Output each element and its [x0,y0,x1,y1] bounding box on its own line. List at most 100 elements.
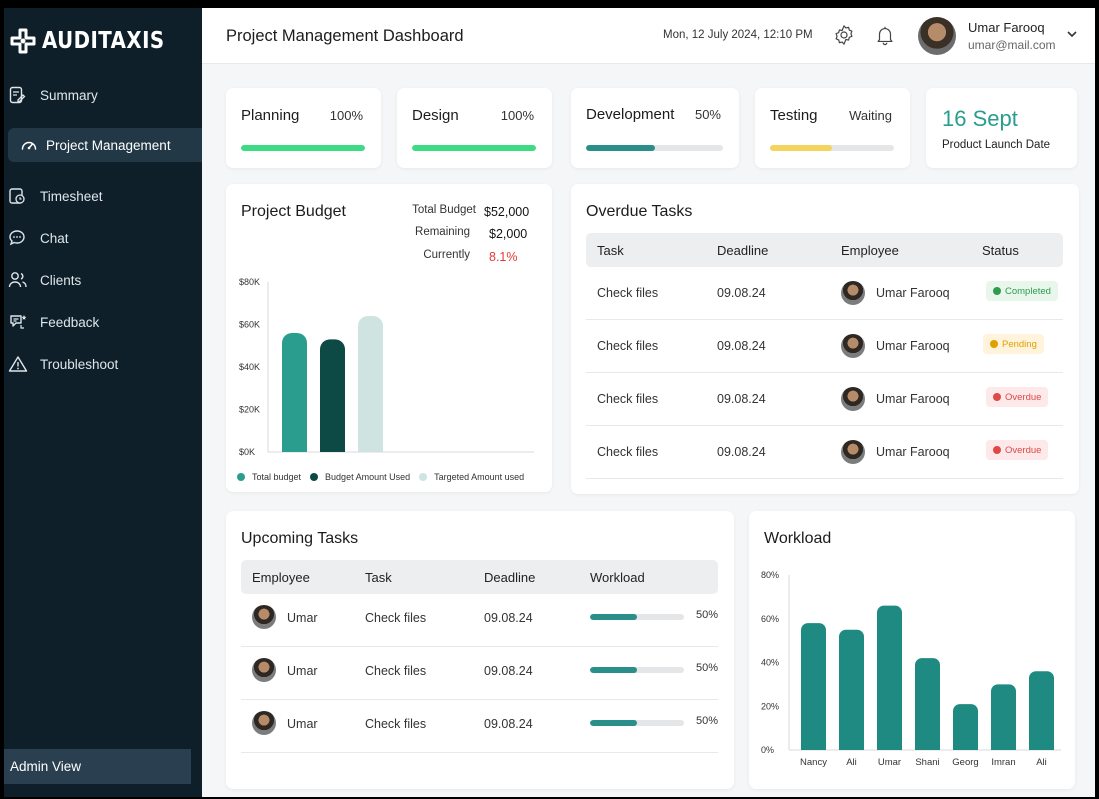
task-cell: Check files [597,286,659,300]
status-badge: Pending [983,334,1044,354]
phase-card-planning: Planning 100% [226,88,381,168]
user-name: Umar Farooq [968,20,1045,35]
deadline-cell: 09.08.24 [484,611,533,625]
y-tick-label: 20% [761,701,779,711]
sidebar-item-timesheet[interactable]: Timesheet [8,179,202,213]
column-header: Employee [841,243,899,258]
chevron-down-icon[interactable] [1066,26,1078,44]
sidebar-item-label: Project Management [46,137,171,153]
admin-view-button[interactable]: Admin View [4,749,191,784]
table-row[interactable]: Umar Check files 09.08.24 50% [241,700,718,753]
table-row[interactable]: Check files 09.08.24 Umar Farooq Overdue [586,373,1063,426]
progress-fill [586,145,655,151]
sidebar-item-chat[interactable]: Chat [8,221,202,255]
sidebar-item-troubleshoot[interactable]: Troubleshoot [8,347,202,381]
employee-cell: Umar Farooq [876,339,950,353]
workload-bar-base [915,742,940,750]
workload-bar-base [877,742,902,750]
status-badge: Overdue [986,387,1049,407]
deadline-cell: 09.08.24 [484,664,533,678]
y-tick-label: $60K [239,320,260,330]
employee-cell: Umar [287,717,318,731]
column-header: Task [365,570,392,585]
admin-view-label: Admin View [10,759,82,774]
workload-percent: 50% [696,662,719,674]
user-avatar[interactable] [918,17,956,55]
legend-label: Total budget [252,472,302,482]
workload-percent: 50% [696,715,719,727]
top-bar: Project Management Dashboard Mon, 12 Jul… [202,8,1095,64]
sidebar-item-feedback[interactable]: Feedback [8,305,202,339]
workload-bar-base [801,742,826,750]
y-tick-label: 60% [761,614,779,624]
feedback-icon [8,313,30,331]
phase-name: Planning [241,107,300,124]
workload-fill [590,667,637,673]
column-header: Workload [590,570,645,585]
budget-legend: Total budget Budget Amount Used Targeted… [237,472,524,482]
phase-progress-bar [770,145,894,151]
x-tick-label: Imran [991,757,1015,768]
deadline-cell: 09.08.24 [717,445,766,459]
y-tick-label: 80% [761,570,779,580]
overdue-tasks-card: Overdue Tasks Task Deadline Employee Sta… [571,184,1079,494]
status-text: Overdue [1005,444,1042,456]
phase-card-development: Development 50% [571,88,739,168]
workload-bar [991,684,1016,750]
workload-percent: 50% [696,609,719,621]
column-header: Task [597,243,624,258]
deadline-cell: 09.08.24 [717,339,766,353]
task-cell: Check files [597,339,659,353]
notification-bell-icon[interactable] [874,24,896,51]
column-header: Deadline [484,570,536,585]
status-text: Pending [1002,338,1037,350]
deadline-cell: 09.08.24 [717,392,766,406]
upcoming-title: Upcoming Tasks [241,530,359,547]
table-row[interactable]: Umar Check files 09.08.24 50% [241,647,718,700]
phase-value: 50% [694,107,721,122]
phase-card-design: Design 100% [397,88,552,168]
table-row[interactable]: Check files 09.08.24 Umar Farooq Overdue [586,426,1063,479]
budget-bar [320,339,345,452]
table-row[interactable]: Check files 09.08.24 Umar Farooq Pending [586,320,1063,373]
budget-bar-base [282,442,307,452]
legend-swatch [419,473,428,481]
settings-gear-icon[interactable] [833,24,855,51]
budget-bar-chart: $0K $20K $40K $60K $80K [239,277,534,457]
phase-name: Design [412,107,459,124]
sidebar-item-summary[interactable]: Summary [8,78,202,112]
x-tick-label: Georg [952,757,978,768]
employee-cell: Umar [287,611,318,625]
x-tick-label: Shani [915,757,939,768]
legend-swatch [237,473,245,481]
budget-bar-base [320,442,345,452]
users-icon [8,271,30,289]
task-cell: Check files [365,611,427,625]
x-tick-label: Ali [1036,757,1047,768]
y-tick-label: $20K [239,405,260,415]
brand-logo[interactable]: AUDITAXIS [10,28,184,54]
current-datetime: Mon, 12 July 2024, 12:10 PM [663,29,813,41]
column-header: Employee [252,570,310,585]
x-tick-label: Ali [846,757,857,768]
budget-stat-label: Total Budget [412,204,476,216]
table-row[interactable]: Check files 09.08.24 Umar Farooq Complet… [586,267,1063,320]
workload-bar [590,720,684,726]
employee-cell: Umar [287,664,318,678]
budget-stat-value: 8.1% [489,250,518,264]
sidebar-item-label: Timesheet [40,188,103,204]
overdue-title: Overdue Tasks [586,203,693,220]
workload-bar-base [953,742,978,750]
sidebar-item-project-management[interactable]: Project Management [8,128,202,162]
task-cell: Check files [365,717,427,731]
sidebar-item-clients[interactable]: Clients [8,263,202,297]
y-tick-label: $40K [239,362,260,372]
workload-fill [590,614,637,620]
user-email: umar@mail.com [968,38,1056,52]
x-circle-icon [993,393,1001,401]
table-row[interactable]: Umar Check files 09.08.24 50% [241,594,718,647]
workload-fill [590,720,637,726]
budget-stat-value: $52,000 [484,205,530,219]
avatar [252,711,276,735]
workload-card: Workload 0% 20% 40% 60% 80% Nancy Ali Umar Shani… [749,511,1075,789]
